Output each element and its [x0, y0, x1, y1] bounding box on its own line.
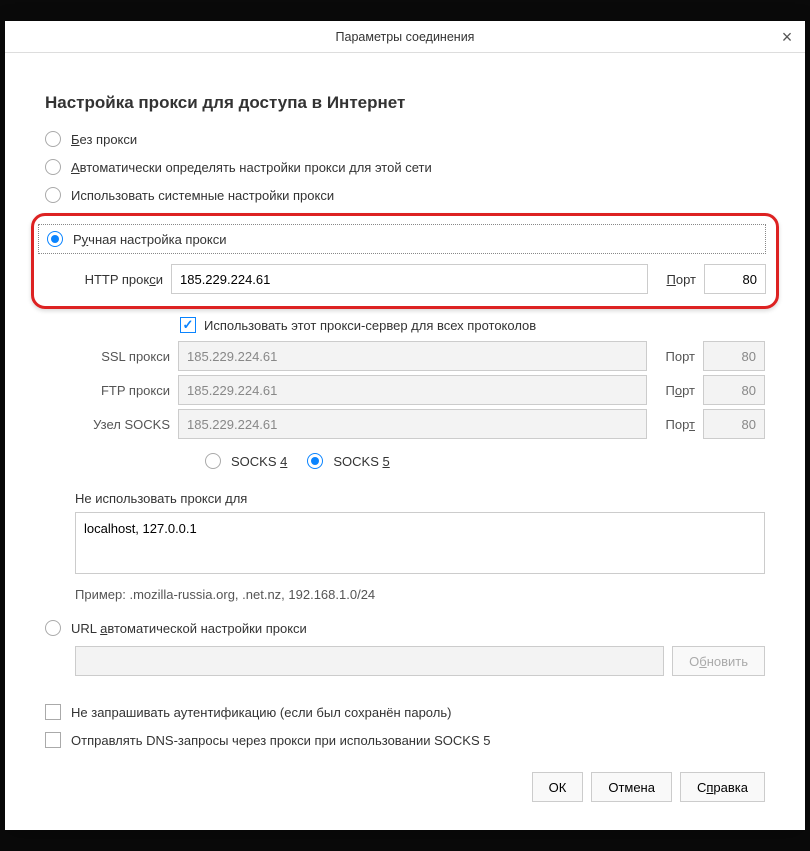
radio-label: SOCKS 5	[333, 454, 389, 469]
ssl-proxy-row: SSL прокси Порт	[45, 339, 765, 373]
ftp-proxy-label: FTP прокси	[45, 383, 170, 398]
http-proxy-host-input[interactable]	[171, 264, 648, 294]
ok-button[interactable]: ОК	[532, 772, 584, 802]
radio-label: Использовать системные настройки прокси	[71, 188, 334, 203]
pac-url-row: Обновить	[45, 642, 765, 688]
radio-icon[interactable]	[205, 453, 221, 469]
no-auth-prompt-checkbox[interactable]: Не запрашивать аутентификацию (если был …	[45, 698, 765, 726]
socks-proxy-label: Узел SOCKS	[45, 417, 170, 432]
section-title: Настройка прокси для доступа в Интернет	[45, 93, 765, 113]
ssl-proxy-host-input	[178, 341, 647, 371]
http-proxy-port-input[interactable]	[704, 264, 766, 294]
radio-no-proxy[interactable]: Без прокси	[45, 125, 765, 153]
use-for-all-checkbox-row[interactable]: Использовать этот прокси-сервер для всех…	[45, 311, 765, 339]
checkbox-icon[interactable]	[45, 732, 61, 748]
radio-icon[interactable]	[307, 453, 323, 469]
checkbox-icon[interactable]	[45, 704, 61, 720]
highlight-annotation: Ручная настройка прокси HTTP прокси Порт	[31, 213, 779, 309]
port-label: Порт	[656, 272, 696, 287]
no-proxy-for-label: Не использовать прокси для	[45, 485, 765, 512]
radio-label: Ручная настройка прокси	[73, 232, 227, 247]
radio-socks4[interactable]: SOCKS 4	[205, 447, 287, 475]
checkbox-label: Отправлять DNS-запросы через прокси при …	[71, 733, 490, 748]
radio-icon[interactable]	[45, 159, 61, 175]
pac-url-input	[75, 646, 664, 676]
checkbox-label: Использовать этот прокси-сервер для всех…	[204, 318, 536, 333]
port-label: Порт	[655, 417, 695, 432]
dialog-footer: ОК Отмена Справка	[45, 754, 765, 810]
titlebar: Параметры соединения ×	[5, 21, 805, 53]
no-proxy-example: Пример: .mozilla-russia.org, .net.nz, 19…	[45, 577, 765, 614]
dialog-content: Настройка прокси для доступа в Интернет …	[5, 53, 805, 830]
bottom-options: Не запрашивать аутентификацию (если был …	[45, 698, 765, 754]
radio-label: Без прокси	[71, 132, 137, 147]
socks-version-row: SOCKS 4 SOCKS 5	[45, 441, 765, 485]
ftp-proxy-port-input	[703, 375, 765, 405]
radio-label: Автоматически определять настройки прокс…	[71, 160, 432, 175]
radio-system-proxy[interactable]: Использовать системные настройки прокси	[45, 181, 765, 209]
checkbox-label: Не запрашивать аутентификацию (если был …	[71, 705, 451, 720]
radio-label: URL автоматической настройки прокси	[71, 621, 307, 636]
radio-socks5[interactable]: SOCKS 5	[307, 447, 389, 475]
reload-button: Обновить	[672, 646, 765, 676]
checkbox-icon[interactable]	[180, 317, 196, 333]
ssl-proxy-port-input	[703, 341, 765, 371]
socks-proxy-row: Узел SOCKS Порт	[45, 407, 765, 441]
help-button[interactable]: Справка	[680, 772, 765, 802]
dialog-title: Параметры соединения	[336, 30, 475, 44]
radio-pac-url[interactable]: URL автоматической настройки прокси	[45, 614, 765, 642]
socks-proxy-host-input	[178, 409, 647, 439]
radio-icon[interactable]	[45, 620, 61, 636]
http-proxy-row: HTTP прокси Порт	[38, 262, 766, 296]
radio-label: SOCKS 4	[231, 454, 287, 469]
radio-icon[interactable]	[45, 131, 61, 147]
radio-manual-proxy[interactable]: Ручная настройка прокси	[38, 224, 766, 254]
port-label: Порт	[655, 383, 695, 398]
no-proxy-list-textarea[interactable]: localhost, 127.0.0.1	[75, 512, 765, 574]
radio-icon[interactable]	[45, 187, 61, 203]
port-label: Порт	[655, 349, 695, 364]
ftp-proxy-row: FTP прокси Порт	[45, 373, 765, 407]
radio-icon[interactable]	[47, 231, 63, 247]
cancel-button[interactable]: Отмена	[591, 772, 672, 802]
dns-socks5-checkbox[interactable]: Отправлять DNS-запросы через прокси при …	[45, 726, 765, 754]
connection-settings-dialog: Параметры соединения × Настройка прокси …	[5, 21, 805, 830]
close-icon[interactable]: ×	[773, 23, 801, 51]
ssl-proxy-label: SSL прокси	[45, 349, 170, 364]
socks-proxy-port-input	[703, 409, 765, 439]
ftp-proxy-host-input	[178, 375, 647, 405]
radio-auto-detect[interactable]: Автоматически определять настройки прокс…	[45, 153, 765, 181]
http-proxy-label: HTTP прокси	[38, 272, 163, 287]
